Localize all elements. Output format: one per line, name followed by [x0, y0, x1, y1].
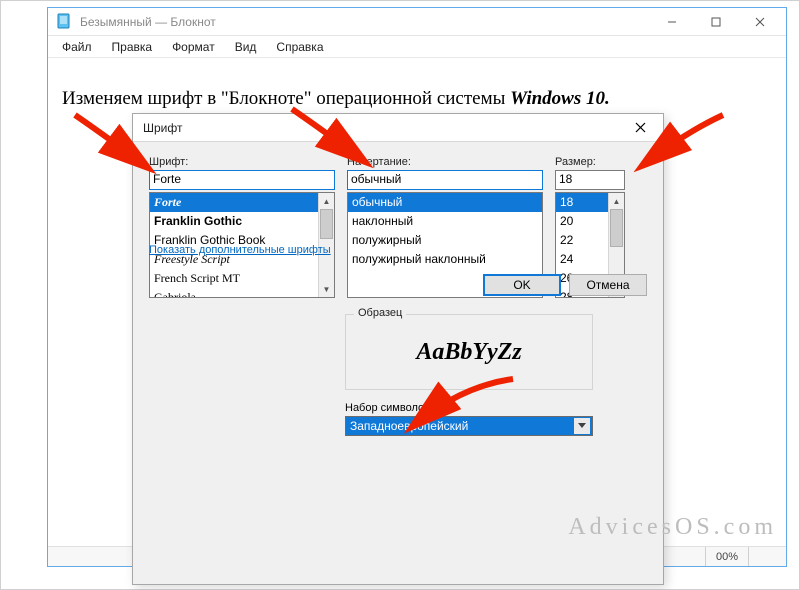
list-item[interactable]: наклонный [348, 212, 542, 231]
scroll-up-icon[interactable]: ▲ [609, 193, 624, 209]
list-item[interactable]: French Script MT [150, 269, 318, 288]
dialog-title: Шрифт [143, 121, 623, 135]
sample-group: Образец AaBbYyZz [345, 314, 593, 390]
menu-edit[interactable]: Правка [104, 38, 161, 56]
notepad-titlebar: Безымянный — Блокнот [48, 8, 786, 36]
list-item[interactable]: 24 [556, 250, 608, 269]
list-item[interactable]: полужирный [348, 231, 542, 250]
minimize-button[interactable] [650, 8, 694, 36]
size-input[interactable]: 18 [555, 170, 625, 190]
charset-combo[interactable]: Западноевропейский [345, 416, 593, 436]
list-item[interactable]: обычный [348, 193, 542, 212]
sample-label: Образец [354, 307, 406, 319]
maximize-button[interactable] [694, 8, 738, 36]
chevron-down-icon[interactable] [574, 418, 590, 434]
font-label: Шрифт: [149, 156, 335, 168]
style-label: Начертание: [347, 156, 543, 168]
editor-text-bold: Windows 10. [510, 88, 610, 109]
menu-file[interactable]: Файл [54, 38, 100, 56]
dialog-close-button[interactable] [623, 115, 657, 141]
menu-help[interactable]: Справка [268, 38, 331, 56]
scroll-thumb[interactable] [320, 209, 333, 239]
dialog-titlebar: Шрифт [133, 114, 663, 142]
scroll-thumb[interactable] [610, 209, 623, 247]
ok-button[interactable]: OK [483, 274, 561, 296]
scroll-down-icon[interactable]: ▼ [319, 281, 334, 297]
scroll-up-icon[interactable]: ▲ [319, 193, 334, 209]
charset-value: Западноевропейский [350, 419, 574, 433]
status-cell [748, 547, 778, 566]
charset-label: Набор символов: [345, 402, 433, 414]
font-input[interactable]: Forte [149, 170, 335, 190]
watermark: AdvicesOS.com [568, 514, 777, 541]
zoom-level: 00% [705, 547, 748, 566]
sample-text: AaBbYyZz [346, 315, 592, 389]
style-input[interactable]: обычный [347, 170, 543, 190]
notepad-icon [56, 13, 74, 31]
menu-format[interactable]: Формат [164, 38, 223, 56]
size-label: Размер: [555, 156, 625, 168]
list-item[interactable]: 18 [556, 193, 608, 212]
list-item[interactable]: Gabriola [150, 288, 318, 297]
list-item[interactable]: Forte [150, 193, 318, 212]
menu-view[interactable]: Вид [227, 38, 265, 56]
editor-text: Изменяем шрифт в "Блокноте" операционной… [62, 88, 510, 109]
close-button[interactable] [738, 8, 782, 36]
list-item[interactable]: Franklin Gothic [150, 212, 318, 231]
window-title: Безымянный — Блокнот [80, 15, 650, 29]
list-item[interactable]: 22 [556, 231, 608, 250]
list-item[interactable]: полужирный наклонный [348, 250, 542, 269]
more-fonts-link[interactable]: Показать дополнительные шрифты [149, 244, 331, 256]
cancel-button[interactable]: Отмена [569, 274, 647, 296]
list-item[interactable]: 20 [556, 212, 608, 231]
notepad-menubar: Файл Правка Формат Вид Справка [48, 36, 786, 58]
